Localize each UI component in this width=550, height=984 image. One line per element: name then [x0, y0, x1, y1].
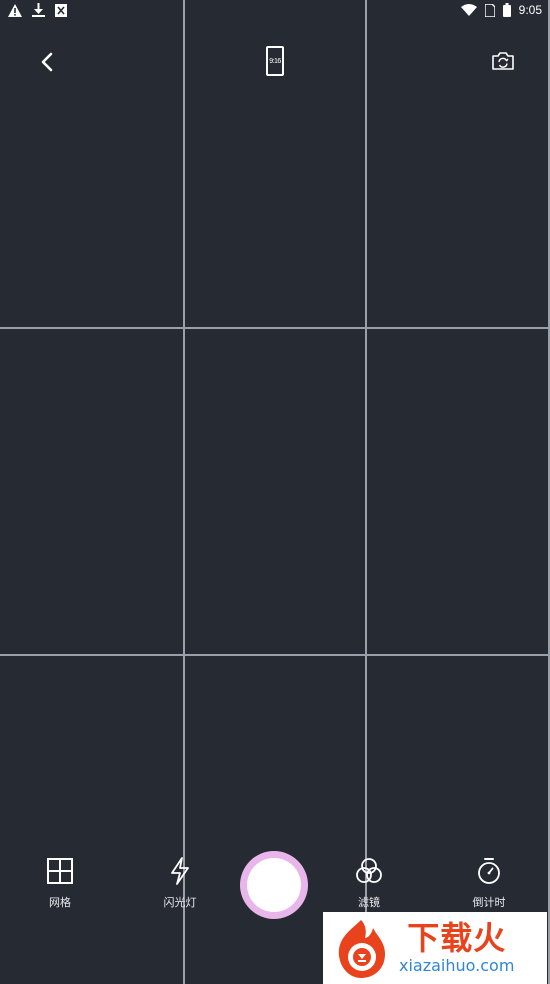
sim-icon: [484, 3, 495, 17]
filter-button[interactable]: 滤镜: [329, 856, 409, 910]
grid-toggle-button[interactable]: 网格: [20, 856, 100, 910]
camera-screen: 9:05 9:16 网格 闪光灯 滤镜 倒计时 下载火 xiazaihuo.co…: [0, 0, 550, 984]
shutter-button[interactable]: [240, 851, 308, 919]
aspect-ratio-icon: 9:16: [266, 46, 284, 76]
flip-camera-button[interactable]: [486, 46, 520, 76]
back-button[interactable]: [30, 45, 64, 79]
grid-label: 网格: [49, 896, 71, 909]
watermark-banner: 下载火 xiazaihuo.com: [323, 912, 547, 984]
grid-line-horizontal-1: [0, 327, 550, 329]
filter-icon: [356, 858, 382, 883]
warning-icon: [8, 3, 22, 17]
notification-icon: [55, 3, 67, 17]
flash-icon: [171, 857, 189, 885]
flash-label: 闪光灯: [163, 896, 197, 909]
filter-label: 滤镜: [358, 896, 380, 909]
camera-flip-icon: [492, 52, 514, 70]
flame-logo-icon: [338, 920, 385, 978]
download-icon: [32, 3, 45, 17]
status-time: 9:05: [518, 3, 542, 17]
grid-line-vertical-2: [365, 0, 367, 984]
status-bar: 9:05: [0, 0, 550, 22]
grid-line-horizontal-2: [0, 654, 550, 656]
timer-icon: [478, 858, 500, 884]
shutter-core: [247, 858, 301, 912]
timer-label: 倒计时: [472, 896, 506, 909]
aspect-ratio-button[interactable]: 9:16: [258, 42, 292, 80]
aspect-ratio-label: 9:16: [269, 57, 281, 65]
timer-button[interactable]: 倒计时: [449, 856, 529, 910]
watermark-domain: xiazaihuo.com: [399, 956, 515, 975]
flash-button[interactable]: 闪光灯: [140, 856, 220, 910]
battery-icon: [502, 3, 511, 17]
grid-line-vertical-1: [183, 0, 185, 984]
wifi-icon: [460, 4, 477, 16]
grid-icon: [47, 858, 73, 884]
watermark-title: 下载火: [407, 919, 507, 957]
chevron-left-icon: [41, 52, 53, 72]
